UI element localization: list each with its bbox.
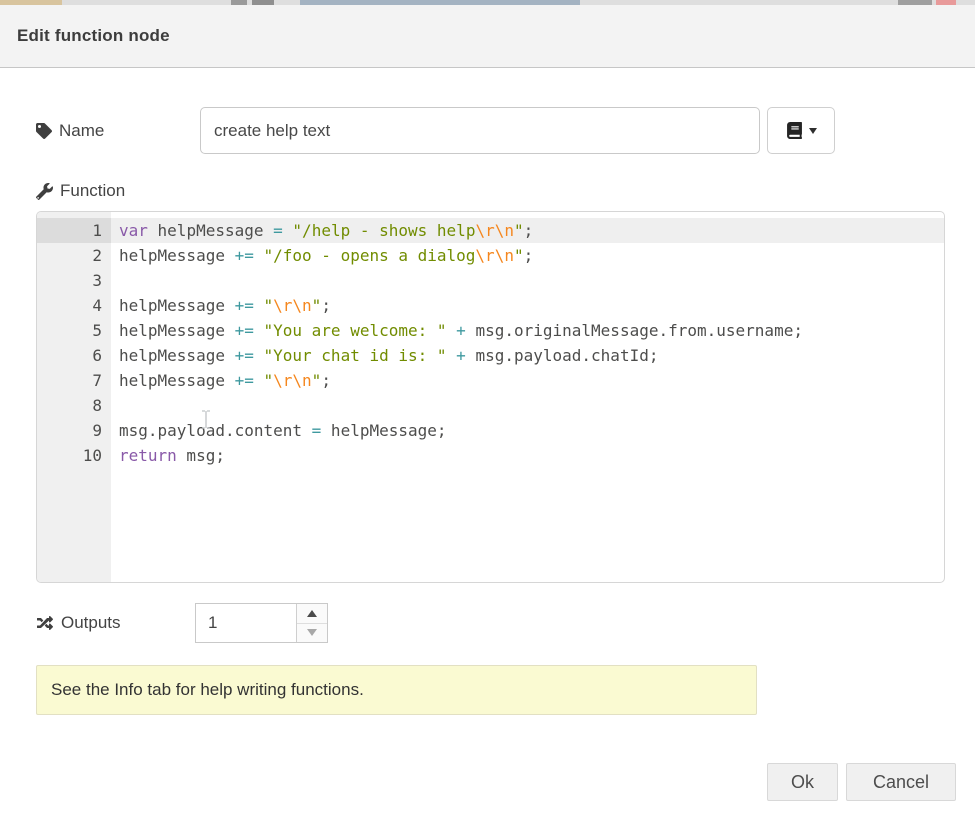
code-token: \r\n bbox=[273, 371, 312, 390]
code-token: msg; bbox=[177, 446, 225, 465]
code-token: msg.payload.chatId; bbox=[466, 346, 659, 365]
code-token bbox=[283, 221, 293, 240]
code-token: msg.originalMessage.from.username; bbox=[466, 321, 803, 340]
book-icon bbox=[786, 122, 803, 139]
code-token: return bbox=[119, 446, 177, 465]
line-number: 5 bbox=[37, 318, 111, 343]
cancel-button[interactable]: Cancel bbox=[846, 763, 956, 801]
code-line[interactable]: var helpMessage = "/help - shows help\r\… bbox=[111, 218, 944, 243]
code-line[interactable]: helpMessage += "/foo - opens a dialog\r\… bbox=[111, 243, 944, 268]
line-number: 9 bbox=[37, 418, 111, 443]
code-line[interactable]: helpMessage += "You are welcome: " + msg… bbox=[111, 318, 944, 343]
code-token: helpMessage bbox=[119, 296, 235, 315]
outputs-input[interactable] bbox=[196, 604, 296, 642]
line-number: 1 bbox=[37, 218, 111, 243]
code-token: ; bbox=[524, 246, 534, 265]
code-token bbox=[254, 296, 264, 315]
code-token: "Your chat id is: " bbox=[264, 346, 447, 365]
code-token bbox=[447, 346, 457, 365]
down-arrow-icon bbox=[307, 629, 317, 641]
code-token bbox=[254, 321, 264, 340]
code-token: " bbox=[312, 371, 322, 390]
code-token: ; bbox=[321, 371, 331, 390]
code-line[interactable]: helpMessage += "\r\n"; bbox=[111, 293, 944, 318]
line-number: 2 bbox=[37, 243, 111, 268]
code-line[interactable] bbox=[111, 393, 944, 418]
code-line[interactable]: helpMessage += "Your chat id is: " + msg… bbox=[111, 343, 944, 368]
code-token: helpMessage bbox=[119, 321, 235, 340]
dialog-header: Edit function node bbox=[0, 5, 975, 68]
code-token: ; bbox=[524, 221, 534, 240]
function-label: Function bbox=[36, 181, 125, 201]
edit-function-node-dialog: { "dialog": { "title": "Edit function no… bbox=[0, 0, 975, 815]
code-token: += bbox=[235, 296, 254, 315]
code-token bbox=[254, 346, 264, 365]
code-token: " bbox=[264, 371, 274, 390]
line-number: 6 bbox=[37, 343, 111, 368]
code-token: "You are welcome: " bbox=[264, 321, 447, 340]
code-token: " bbox=[514, 221, 524, 240]
shuffle-icon bbox=[36, 615, 54, 631]
caret-down-icon bbox=[809, 128, 817, 138]
code-token: helpMessage bbox=[119, 246, 235, 265]
code-token: += bbox=[235, 371, 254, 390]
code-editor[interactable]: 12345678910 var helpMessage = "/help - s… bbox=[36, 211, 945, 583]
outputs-label: Outputs bbox=[36, 613, 121, 633]
code-token: ; bbox=[321, 296, 331, 315]
name-input[interactable] bbox=[200, 107, 760, 154]
line-number: 7 bbox=[37, 368, 111, 393]
tip-box: See the Info tab for help writing functi… bbox=[36, 665, 757, 715]
code-token: += bbox=[235, 346, 254, 365]
outputs-label-text: Outputs bbox=[61, 613, 121, 633]
code-token: \r\n bbox=[273, 296, 312, 315]
code-token bbox=[447, 321, 457, 340]
code-token: = bbox=[273, 221, 283, 240]
code-token: + bbox=[456, 346, 466, 365]
code-line[interactable]: return msg; bbox=[111, 443, 944, 468]
code-token: "/foo - opens a dialog bbox=[264, 246, 476, 265]
editor-content[interactable]: var helpMessage = "/help - shows help\r\… bbox=[111, 212, 944, 582]
code-token: " bbox=[514, 246, 524, 265]
code-token: \r\n bbox=[475, 246, 514, 265]
code-token: "/help - shows help bbox=[292, 221, 475, 240]
ok-button[interactable]: Ok bbox=[767, 763, 838, 801]
code-token: var bbox=[119, 221, 148, 240]
code-token: + bbox=[456, 321, 466, 340]
name-label-text: Name bbox=[59, 121, 104, 141]
outputs-spinner bbox=[195, 603, 328, 643]
code-token: helpMessage bbox=[119, 371, 235, 390]
code-token: " bbox=[264, 296, 274, 315]
code-token: helpMessage; bbox=[321, 421, 446, 440]
spinner-down-button[interactable] bbox=[297, 624, 327, 643]
code-token: = bbox=[312, 421, 322, 440]
code-token: helpMessage bbox=[119, 346, 235, 365]
code-token: += bbox=[235, 321, 254, 340]
spinner-up-button[interactable] bbox=[297, 604, 327, 624]
line-number: 3 bbox=[37, 268, 111, 293]
code-token bbox=[254, 246, 264, 265]
code-token bbox=[254, 371, 264, 390]
code-token: msg.payload.content bbox=[119, 421, 312, 440]
code-token: helpMessage bbox=[148, 221, 273, 240]
mouse-cursor-ibeam-icon bbox=[201, 410, 211, 429]
dialog-title: Edit function node bbox=[17, 26, 170, 46]
line-number: 4 bbox=[37, 293, 111, 318]
editor-gutter: 12345678910 bbox=[37, 212, 111, 582]
line-number: 8 bbox=[37, 393, 111, 418]
spinner-buttons bbox=[296, 604, 327, 642]
up-arrow-icon bbox=[307, 605, 317, 617]
code-token: += bbox=[235, 246, 254, 265]
line-number: 10 bbox=[37, 443, 111, 468]
code-line[interactable]: helpMessage += "\r\n"; bbox=[111, 368, 944, 393]
library-button[interactable] bbox=[767, 107, 835, 154]
function-label-text: Function bbox=[60, 181, 125, 201]
code-line[interactable] bbox=[111, 268, 944, 293]
wrench-icon bbox=[36, 183, 53, 200]
tag-icon bbox=[36, 123, 52, 139]
code-line[interactable]: msg.payload.content = helpMessage; bbox=[111, 418, 944, 443]
code-token: " bbox=[312, 296, 322, 315]
code-token: \r\n bbox=[475, 221, 514, 240]
name-label: Name bbox=[36, 121, 104, 141]
tip-text: See the Info tab for help writing functi… bbox=[51, 680, 364, 700]
